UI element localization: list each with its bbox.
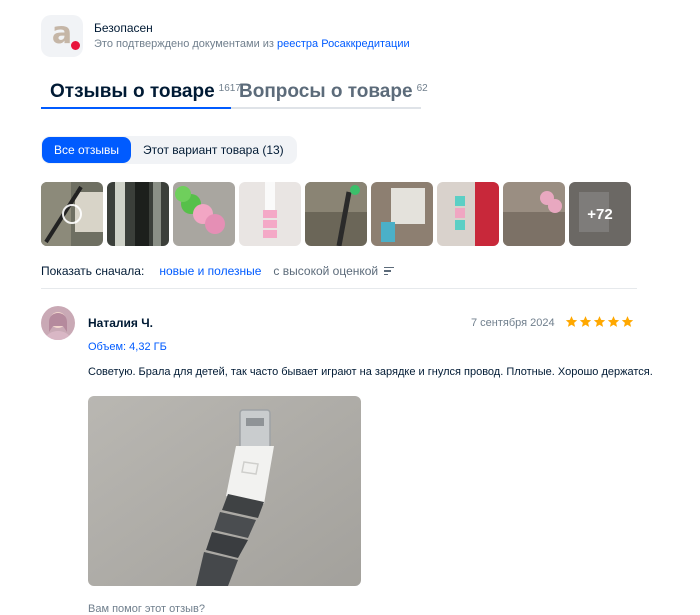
review-photos-strip: +72 <box>41 182 631 246</box>
review-photo-thumb[interactable] <box>437 182 499 246</box>
filter-all-reviews[interactable]: Все отзывы <box>42 137 132 163</box>
safety-logo: a <box>41 15 83 57</box>
safety-title: Безопасен <box>94 21 153 35</box>
review-photo-thumb[interactable] <box>173 182 235 246</box>
ozon-safety-logo-icon: a <box>51 16 73 51</box>
registry-link[interactable]: реестра Росаккредитации <box>277 38 410 50</box>
sort-option-high-rating-label: с высокой оценкой <box>273 264 379 278</box>
review-photo-thumb[interactable] <box>371 182 433 246</box>
star-icon <box>579 316 592 327</box>
review-photo-thumb[interactable] <box>41 182 103 246</box>
review-photo-thumb[interactable] <box>107 182 169 246</box>
safety-subtitle-text: Это подтверждено документами из <box>94 38 278 50</box>
avatar <box>41 306 75 340</box>
sort-label: Показать сначала: <box>41 264 145 278</box>
tab-active-underline <box>41 107 231 109</box>
review-text: Советую. Брала для детей, так часто быва… <box>88 366 653 378</box>
review-variant: Объем: 4,32 ГБ <box>88 341 167 353</box>
sort-option-high-rating[interactable]: с высокой оценкой <box>273 264 395 278</box>
review-rating <box>565 315 634 328</box>
review-filter-group: Все отзывы Этот вариант товара (13) <box>41 136 297 164</box>
star-icon <box>607 316 620 327</box>
tab-reviews-label: Отзывы о товаре <box>50 81 215 102</box>
review-photo-thumb[interactable] <box>305 182 367 246</box>
review-photo[interactable] <box>88 396 361 586</box>
review-photo-thumb[interactable] <box>239 182 301 246</box>
tab-reviews-count: 1617 <box>218 83 241 94</box>
logo-dot <box>71 41 80 50</box>
sort-row: Показать сначала: новые и полезные с выс… <box>41 264 395 278</box>
star-icon <box>593 316 606 327</box>
play-video-icon <box>62 204 82 224</box>
sort-option-new-useful[interactable]: новые и полезные <box>159 264 261 278</box>
safety-subtitle: Это подтверждено документами из реестра … <box>94 38 410 50</box>
tab-questions-label: Вопросы о товаре <box>239 81 413 102</box>
review-photo-thumb-more[interactable]: +72 <box>569 182 631 246</box>
divider <box>41 288 637 289</box>
star-icon <box>621 316 634 327</box>
sort-lines-icon <box>384 265 395 278</box>
review-date: 7 сентября 2024 <box>471 317 555 329</box>
review-author[interactable]: Наталия Ч. <box>88 316 153 330</box>
tab-reviews[interactable]: Отзывы о товаре 1617 <box>50 81 241 103</box>
tab-questions-count: 62 <box>416 83 428 94</box>
tab-questions[interactable]: Вопросы о товаре 62 <box>239 81 428 103</box>
filter-this-variant[interactable]: Этот вариант товара (13) <box>143 143 284 157</box>
more-photos-count: +72 <box>569 182 631 246</box>
helpful-prompt: Вам помог этот отзыв? <box>88 603 205 615</box>
tab-inactive-underline <box>231 107 421 109</box>
star-icon <box>565 316 578 327</box>
review-photo-thumb[interactable] <box>503 182 565 246</box>
